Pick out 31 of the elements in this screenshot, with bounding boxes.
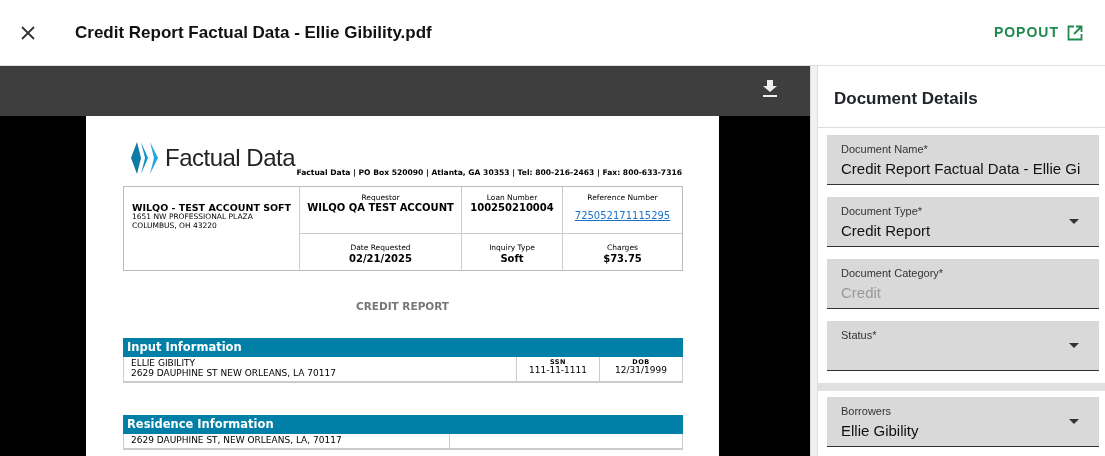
field-value: $73.75 — [602, 252, 643, 264]
scrollbar[interactable] — [810, 66, 818, 456]
residence-address: 2629 DAUPHINE ST, NEW ORLEANS, LA, 70117 — [131, 435, 342, 446]
logo-text: Factual Data — [165, 143, 296, 173]
ssn-value: 111-11-1111 — [528, 366, 588, 377]
section-header: Input Information — [123, 338, 683, 358]
account-name: WILQO - TEST ACCOUNT SOFT — [132, 203, 293, 214]
logo-icon — [131, 142, 161, 174]
field-value: Soft — [499, 252, 525, 264]
person-name: ELLIE GIBILITY — [131, 359, 197, 369]
document-title: Credit Report Factual Data - Ellie Gibility.pdf — [75, 21, 432, 44]
person-address: 2629 DAUPHINE ST NEW ORLEANS, LA 70117 — [131, 369, 337, 380]
dob-value: 12/31/1999 — [614, 366, 668, 377]
dropdown-caret-icon — [1069, 419, 1079, 424]
field-value: WILQO QA TEST ACCOUNT — [306, 202, 455, 214]
dropdown-caret-icon — [1069, 219, 1079, 224]
popout-button[interactable]: POPOUT — [987, 21, 1089, 44]
text-field[interactable]: Document Name* Credit Report Factual Data - Ellie Gi — [827, 135, 1099, 185]
reference-link[interactable]: 725052171115295 — [574, 210, 671, 222]
field-value: 02/21/2025 — [348, 252, 413, 264]
field-value: 100250210004 — [469, 202, 555, 214]
report-title: CREDIT REPORT — [354, 298, 451, 314]
select-field[interactable]: Borrowers Ellie Gibility — [827, 397, 1099, 447]
download-icon[interactable] — [763, 79, 777, 97]
panel-title: Document Details — [834, 89, 978, 108]
select-field[interactable]: Status* — [827, 321, 1099, 371]
dropdown-caret-icon — [1069, 343, 1079, 348]
select-field[interactable]: Document Type* Credit Report — [827, 197, 1099, 247]
close-icon[interactable] — [21, 25, 35, 40]
section-header: Residence Information — [123, 415, 683, 435]
external-link-icon — [1067, 24, 1083, 41]
